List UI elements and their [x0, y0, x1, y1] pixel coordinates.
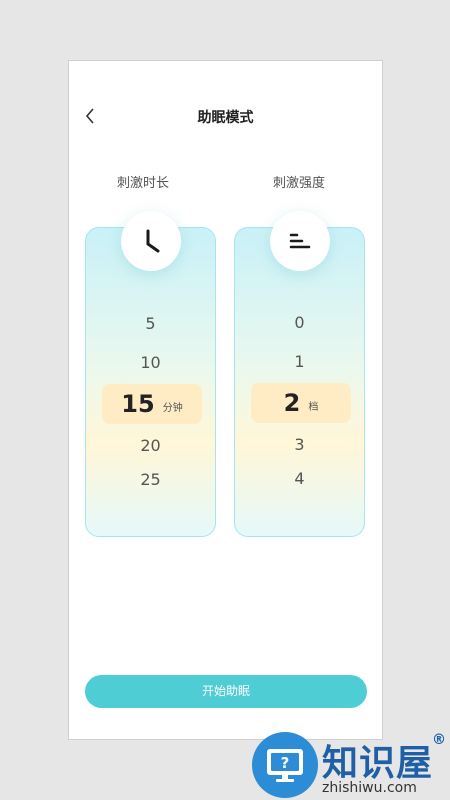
duration-label: 刺激时长	[116, 176, 169, 191]
duration-option[interactable]: 20	[86, 436, 215, 455]
duration-unit: 分钟	[162, 402, 183, 414]
intensity-bars-icon	[289, 233, 311, 249]
intensity-picker-card[interactable]: 0 1 2 档 3 4	[234, 227, 365, 537]
duration-selected[interactable]: 15 分钟	[102, 384, 202, 424]
watermark: ? 知识屋 ® zhishiwu.com	[250, 730, 450, 800]
intensity-icon-badge	[270, 211, 330, 271]
intensity-option[interactable]: 4	[235, 469, 364, 488]
clock-icon-badge	[121, 211, 181, 271]
start-sleep-button[interactable]: 开始助眠	[85, 675, 367, 708]
intensity-unit: 档	[308, 401, 319, 413]
watermark-title: 知识屋	[322, 742, 434, 784]
duration-option[interactable]: 25	[86, 470, 215, 489]
duration-selected-value: 15	[121, 390, 155, 418]
intensity-selected-value: 2	[283, 389, 301, 417]
page-title: 助眠模式	[197, 110, 254, 126]
duration-option[interactable]: 10	[86, 353, 215, 372]
phone-screen: 助眠模式 刺激时长 刺激强度 5 10 15 分钟 20 25 0 1 2 档 …	[68, 60, 383, 740]
help-monitor-icon: ?	[252, 732, 318, 798]
intensity-option[interactable]: 0	[235, 313, 364, 332]
duration-picker-card[interactable]: 5 10 15 分钟 20 25	[85, 227, 216, 537]
duration-option[interactable]: 5	[86, 314, 215, 333]
intensity-option[interactable]: 3	[235, 435, 364, 454]
registered-mark: ®	[432, 732, 446, 748]
svg-text:?: ?	[281, 754, 290, 772]
clock-icon	[146, 229, 160, 253]
watermark-url: zhishiwu.com	[322, 780, 417, 796]
intensity-label: 刺激强度	[272, 176, 325, 191]
intensity-selected[interactable]: 2 档	[251, 383, 351, 423]
intensity-option[interactable]: 1	[235, 352, 364, 371]
